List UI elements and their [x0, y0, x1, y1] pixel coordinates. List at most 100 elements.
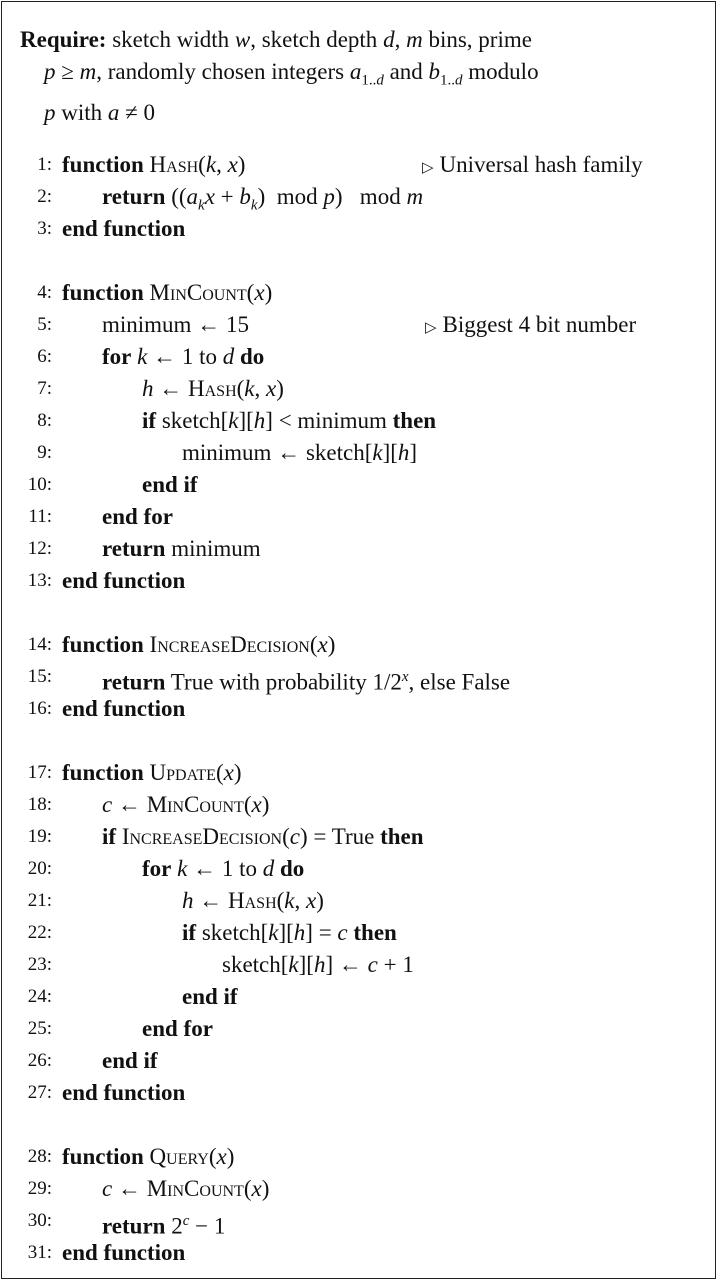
line-code: end function [62, 216, 186, 241]
line-number: 1: [37, 154, 52, 175]
algorithm-line: 26: end if [0, 1045, 716, 1077]
line-number: 26: [27, 1050, 52, 1071]
algorithm-line: 1: function Hash(k, x) ▷ Universal hash fam… [0, 149, 716, 181]
line-number: 17: [27, 762, 52, 783]
line-number: 23: [27, 954, 52, 975]
line-code: end if [182, 984, 238, 1009]
line-code: c ← MinCount(x) [102, 1176, 270, 1201]
require-block: Require: sketch width w, sketch depth d,… [20, 24, 700, 129]
line-code: h ← Hash(k, x) [182, 888, 324, 913]
algorithm-line: 30: return 2c − 1 [0, 1205, 716, 1239]
line-number: 10: [27, 474, 52, 495]
algorithm-line: 18: c ← MinCount(x) [0, 789, 716, 821]
algorithm-line: 2: return ((akx + bk) mod p) mod m [0, 181, 716, 214]
line-number: 24: [27, 986, 52, 1007]
algorithm-line: 16: end function [0, 693, 716, 725]
algorithm-line: 24: end if [0, 981, 716, 1013]
line-number: 8: [37, 410, 52, 431]
algorithm-line: 23: sketch[k][h] ← c + 1 [0, 949, 716, 981]
algorithm-line: 31: end function [0, 1237, 716, 1269]
line-code: if IncreaseDecision(c) = True then [102, 824, 424, 849]
algorithm-line: 8: if sketch[k][h] < minimum then [0, 405, 716, 437]
require-line-3: p with a ≠ 0 [44, 99, 156, 125]
line-number: 13: [27, 570, 52, 591]
algorithm-line: 28: function Query(x) [0, 1141, 716, 1173]
line-number: 20: [27, 858, 52, 879]
line-number: 2: [37, 186, 52, 207]
line-code: minimum ← sketch[k][h] [182, 440, 418, 465]
line-number: 16: [27, 698, 52, 719]
comment-text: Universal hash family [439, 152, 643, 177]
algorithm-line: 3: end function [0, 213, 716, 245]
line-comment: ▷ Biggest 4 bit number [425, 309, 636, 344]
algorithm-line: 19: if IncreaseDecision(c) = True then [0, 821, 716, 853]
line-code: minimum ← 15 [102, 312, 249, 337]
line-number: 12: [27, 538, 52, 559]
line-code: end if [102, 1048, 158, 1073]
line-number: 18: [27, 794, 52, 815]
algorithm-line: 13: end function [0, 565, 716, 597]
line-code: function Query(x) [62, 1144, 235, 1169]
algorithm-line: 27: end function [0, 1077, 716, 1109]
line-code: function MinCount(x) [62, 280, 273, 305]
line-code: end if [142, 472, 198, 497]
line-number: 14: [27, 634, 52, 655]
line-comment: ▷ Universal hash family [422, 149, 643, 184]
algorithm-line: 17: function Update(x) [0, 757, 716, 789]
line-code: function Hash(k, x) [62, 152, 246, 177]
require-label: Require: [20, 27, 107, 52]
line-number: 15: [27, 666, 52, 687]
algorithm-line: 9: minimum ← sketch[k][h] [0, 437, 716, 469]
require-line-1: sketch width w, sketch depth d, m bins, … [112, 27, 532, 52]
algorithm-line: 29: c ← MinCount(x) [0, 1173, 716, 1205]
triangle-right-icon: ▷ [425, 320, 437, 336]
line-code: end function [62, 1080, 186, 1105]
line-code: end for [102, 504, 173, 529]
algorithm-line: 22: if sketch[k][h] = c then [0, 917, 716, 949]
line-code: end for [142, 1016, 213, 1041]
line-number: 25: [27, 1018, 52, 1039]
line-number: 5: [37, 314, 52, 335]
line-code: if sketch[k][h] = c then [182, 920, 397, 945]
line-number: 3: [37, 218, 52, 239]
line-code: c ← MinCount(x) [102, 792, 270, 817]
line-number: 9: [37, 442, 52, 463]
line-code: sketch[k][h] ← c + 1 [222, 952, 414, 977]
line-code: for k ← 1 to d do [142, 856, 305, 881]
line-code: if sketch[k][h] < minimum then [142, 408, 437, 433]
algorithm-line: 20: for k ← 1 to d do [0, 853, 716, 885]
line-number: 22: [27, 922, 52, 943]
algorithm-line: 6: for k ← 1 to d do [0, 341, 716, 373]
line-number: 19: [27, 826, 52, 847]
line-code: return minimum [102, 536, 261, 561]
line-number: 21: [27, 890, 52, 911]
line-number: 30: [27, 1210, 52, 1231]
algorithm-line: 21: h ← Hash(k, x) [0, 885, 716, 917]
line-number: 29: [27, 1178, 52, 1199]
line-number: 6: [37, 346, 52, 367]
algorithm-line: 10: end if [0, 469, 716, 501]
algorithm-line: 14: function IncreaseDecision(x) [0, 629, 716, 661]
line-number: 27: [27, 1082, 52, 1103]
algorithm-line: 4: function MinCount(x) [0, 277, 716, 309]
algorithm-line: 12: return minimum [0, 533, 716, 565]
line-number: 11: [28, 506, 52, 527]
algorithm-line: 11: end for [0, 501, 716, 533]
line-code: function IncreaseDecision(x) [62, 632, 336, 657]
require-line-2: p ≥ m, randomly chosen integers a1..d an… [44, 59, 539, 89]
line-code: end function [62, 568, 186, 593]
algorithm-line: 7: h ← Hash(k, x) [0, 373, 716, 405]
algorithm-line: 25: end for [0, 1013, 716, 1045]
triangle-right-icon: ▷ [422, 160, 434, 176]
line-number: 7: [37, 378, 52, 399]
line-number: 28: [27, 1146, 52, 1167]
line-code: function Update(x) [62, 760, 242, 785]
line-number: 31: [27, 1242, 52, 1263]
algorithm-line: 15: return True with probability 1/2x, el… [0, 661, 716, 695]
algorithm-line: 5: minimum ← 15 ▷ Biggest 4 bit number [0, 309, 716, 341]
comment-text: Biggest 4 bit number [442, 312, 637, 337]
line-code: for k ← 1 to d do [102, 344, 265, 369]
line-number: 4: [37, 282, 52, 303]
line-code: end function [62, 1240, 186, 1265]
line-code: h ← Hash(k, x) [142, 376, 284, 401]
